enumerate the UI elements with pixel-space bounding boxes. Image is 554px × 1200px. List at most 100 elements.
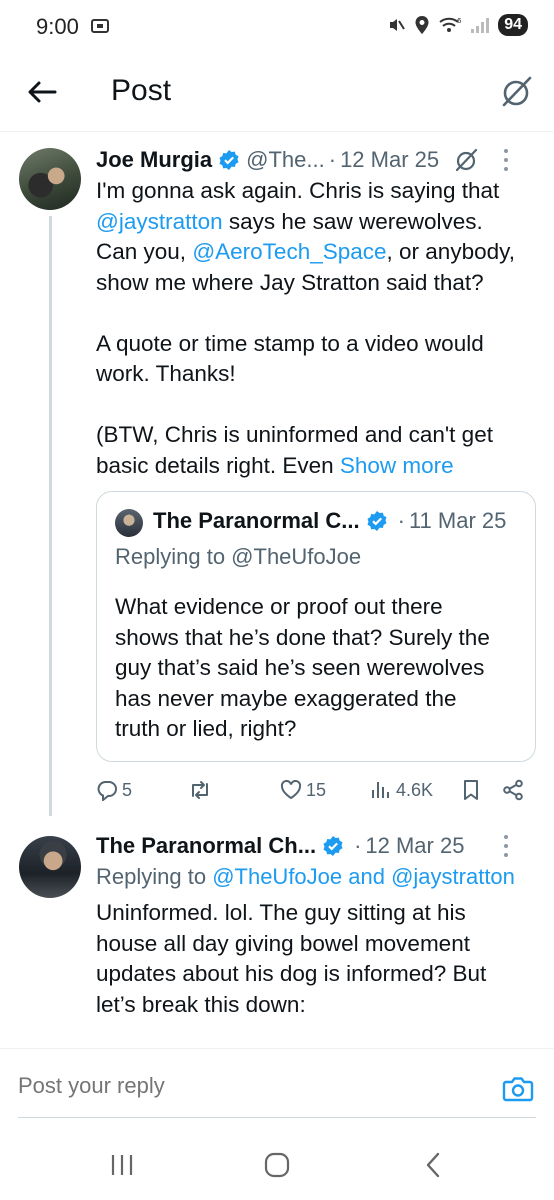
post-text: Can you, [96, 239, 193, 264]
quote-line: guy that’s said he’s seen werewolves [115, 655, 485, 680]
quoted-post[interactable]: The Paranormal C... · 11 Mar 25 Replying… [96, 491, 536, 762]
post-body: I'm gonna ask again. Chris is saying tha… [96, 176, 536, 481]
camera-button[interactable] [500, 1071, 536, 1107]
battery-level: 94 [498, 14, 528, 36]
quote-header: The Paranormal C... · 11 Mar 25 [153, 508, 506, 534]
post-date[interactable]: 12 Mar 25 [340, 147, 439, 173]
post-line: show me where Jay Stratton said that? [96, 269, 484, 295]
svg-text:6: 6 [457, 17, 462, 25]
more-options-icon[interactable] [496, 833, 516, 859]
input-underline [18, 1117, 536, 1118]
reply-line: Uninformed. lol. The guy sitting at his [96, 900, 466, 925]
status-icons: 6 94 [386, 14, 528, 36]
post-line: A quote or time stamp to a video would [96, 330, 484, 356]
heart-icon [280, 780, 302, 800]
grok-icon[interactable] [453, 147, 479, 173]
back-button[interactable] [22, 72, 62, 112]
replying-to-label: Replying to [96, 864, 213, 889]
share-button[interactable] [502, 774, 524, 806]
replying-and: and [342, 864, 392, 889]
verified-badge-icon [218, 149, 240, 171]
post-text: basic details right. Even [96, 452, 340, 478]
avatar[interactable] [19, 836, 81, 898]
post-line: work. Thanks! [96, 361, 236, 386]
post-line: @jaystratton says he saw werewolves. [96, 207, 536, 238]
thread-line [49, 216, 52, 816]
post-actions: 5 15 4.6K [96, 774, 536, 806]
quote-body: What evidence or proof out there shows t… [115, 592, 525, 745]
quote-replying-to: Replying to @TheUfoJoe [115, 544, 362, 569]
reply-line: let’s break this down: [96, 991, 306, 1017]
post-line: Can you, @AeroTech_Space, or anybody, [96, 237, 536, 268]
page-title: Post [111, 74, 172, 107]
separator: · [328, 147, 337, 172]
separator: · [354, 833, 362, 858]
mention-link[interactable]: @jaystratton [96, 209, 223, 234]
like-count: 15 [306, 779, 327, 800]
status-time: 9:00 [36, 14, 79, 39]
post-header: Joe Murgia @The... · 12 Mar 25 [96, 144, 536, 176]
author-name[interactable]: The Paranormal Ch... [96, 833, 316, 859]
bookmark-button[interactable] [462, 774, 480, 806]
reply-count: 5 [122, 779, 133, 800]
system-back-button[interactable] [413, 1148, 453, 1182]
repost-button[interactable] [188, 774, 216, 806]
replying-to: Replying to @TheUfoJoe and @jaystratton [96, 864, 515, 890]
mention-link[interactable]: @AeroTech_Space [192, 239, 386, 264]
author-handle[interactable]: @The... [246, 147, 325, 173]
more-options-icon[interactable] [496, 147, 516, 173]
post-line: basic details right. Even Show more [96, 451, 536, 482]
system-navigation-bar [0, 1126, 554, 1200]
reply-line: house all day giving bowel movement [96, 930, 470, 956]
quote-line: shows that he’s done that? Surely the [115, 624, 490, 650]
avatar[interactable] [19, 148, 81, 210]
views-button[interactable]: 4.6K [370, 774, 433, 806]
reply-line: updates about his dog is informed? But [96, 961, 487, 986]
post-line: (BTW, Chris is uninformed and can't get [96, 422, 493, 447]
post-text: , or anybody, [386, 239, 515, 264]
signal-icon [470, 16, 490, 34]
author-name[interactable]: Joe Murgia [96, 147, 212, 173]
grok-icon [502, 76, 532, 107]
back-arrow-icon [28, 81, 57, 103]
grok-button[interactable] [496, 72, 536, 112]
top-app-bar: Post [0, 56, 554, 132]
verified-badge-icon [322, 835, 344, 857]
post-date[interactable]: 12 Mar 25 [365, 833, 464, 859]
views-count: 4.6K [396, 779, 434, 800]
bookmark-icon [464, 780, 478, 800]
post-line: I'm gonna ask again. Chris is saying tha… [96, 178, 500, 203]
location-icon [414, 15, 430, 35]
reply-icon [97, 781, 117, 801]
quote-line: What evidence or proof out there [115, 594, 443, 619]
home-button[interactable] [257, 1148, 297, 1182]
separator: · [397, 508, 405, 533]
share-icon [503, 779, 523, 801]
mute-vibrate-icon [386, 15, 406, 35]
reply-header: The Paranormal Ch... · 12 Mar 25 [96, 830, 536, 862]
reply-composer [0, 1048, 554, 1118]
reply-input[interactable] [18, 1073, 478, 1099]
status-bar: 9:00 6 94 [0, 0, 554, 56]
reply-button[interactable]: 5 [96, 774, 132, 806]
show-more-link[interactable]: Show more [340, 453, 454, 478]
like-button[interactable]: 15 [280, 774, 326, 806]
mention-link[interactable]: @TheUfoJoe [212, 864, 342, 889]
verified-badge-icon [366, 510, 388, 532]
repost-icon [192, 781, 208, 799]
recent-apps-button[interactable] [102, 1148, 142, 1182]
views-icon [372, 782, 389, 798]
quote-line: has never maybe exaggerated the [115, 685, 457, 711]
chevron-left-icon [426, 1152, 440, 1178]
quote-line: truth or lied, right? [115, 716, 297, 741]
reply-body: Uninformed. lol. The guy sitting at his … [96, 898, 536, 1020]
screenshot-notification-icon [90, 16, 110, 36]
quote-date: 11 Mar 25 [408, 508, 507, 533]
recent-apps-icon [111, 1155, 133, 1175]
wifi-icon: 6 [438, 15, 462, 35]
mention-link[interactable]: @jaystratton [391, 864, 515, 889]
home-icon [264, 1152, 290, 1178]
post-text: says he saw werewolves. [222, 208, 483, 234]
camera-icon [502, 1077, 534, 1102]
quote-author-name: The Paranormal C... [153, 508, 360, 533]
